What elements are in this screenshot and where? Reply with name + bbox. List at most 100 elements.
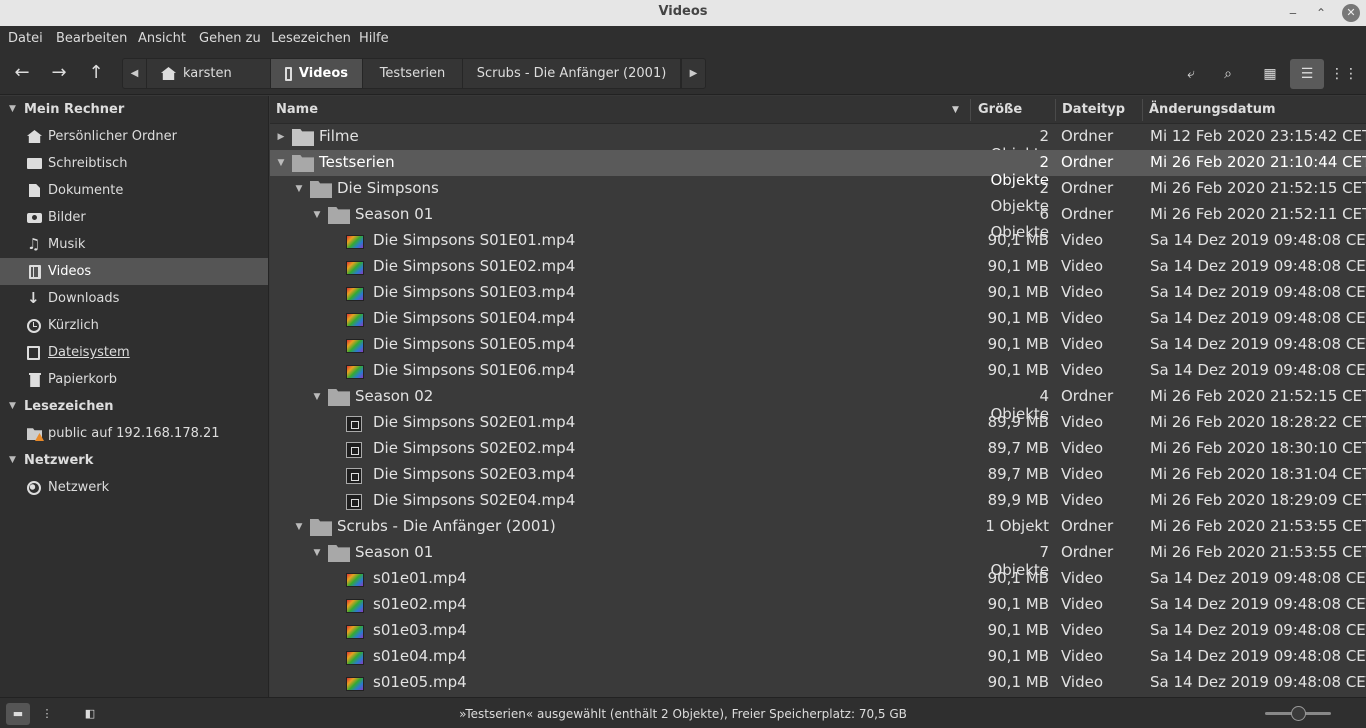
sidebar-item-musik[interactable]: ♫ Musik bbox=[0, 231, 268, 258]
menu-bearbeiten[interactable]: Bearbeiten bbox=[56, 31, 127, 46]
breadcrumb-karsten[interactable]: karsten bbox=[147, 59, 271, 88]
breadcrumb-testserien[interactable]: Testserien bbox=[363, 59, 463, 88]
search-icon[interactable]: ⌕ bbox=[1211, 59, 1245, 89]
column-separator[interactable] bbox=[1055, 99, 1056, 121]
breadcrumb-videos[interactable]: Videos bbox=[271, 59, 363, 88]
file-size: 89,7 MB bbox=[987, 439, 1049, 457]
back-arrow-icon[interactable]: ← bbox=[8, 59, 36, 87]
compact-view-icon[interactable]: ⋮⋮ bbox=[1327, 59, 1361, 89]
sidebar-section-netzwerk[interactable]: ▼ Netzwerk bbox=[0, 447, 268, 474]
sidebar-item-bilder[interactable]: Bilder bbox=[0, 204, 268, 231]
up-arrow-icon[interactable]: ↑ bbox=[82, 59, 110, 87]
folder-row[interactable]: ▼ Testserien 2 Objekte Ordner Mi 26 Feb 2020… bbox=[270, 150, 1366, 189]
sidebar-item-label: public auf 192.168.178.21 bbox=[48, 426, 220, 441]
file-name: Filme bbox=[319, 127, 359, 145]
file-row[interactable]: s01e01.mp4 90,1 MB Video Sa 14 Dez 2019 09:… bbox=[270, 566, 1366, 592]
file-size: 89,9 MB bbox=[987, 491, 1049, 509]
sidebar-item-videos[interactable]: Videos bbox=[0, 258, 268, 285]
minimize-button[interactable]: ‒ bbox=[1284, 4, 1302, 22]
file-row[interactable]: Die Simpsons S01E01.mp4 90,1 MB Video Sa 14… bbox=[270, 228, 1366, 254]
sidebar-item-dokumente[interactable]: Dokumente bbox=[0, 177, 268, 204]
video-thumbnail-icon bbox=[346, 365, 364, 379]
file-date: Mi 26 Feb 2020 21:53:55 CET bbox=[1150, 543, 1366, 561]
menu-gehen-zu[interactable]: Gehen zu bbox=[199, 31, 261, 46]
menu-ansicht[interactable]: Ansicht bbox=[138, 31, 186, 46]
menu-lesezeichen[interactable]: Lesezeichen bbox=[271, 31, 351, 46]
file-row[interactable]: s01e03.mp4 90,1 MB Video Sa 14 Dez 2019 09:… bbox=[270, 618, 1366, 644]
forward-arrow-icon[interactable]: → bbox=[45, 59, 73, 87]
zoom-slider[interactable] bbox=[1265, 706, 1331, 721]
folder-row[interactable]: ▼ Season 01 7 Objekte Ordner Mi 26 Feb 2020 … bbox=[270, 540, 1366, 579]
folder-row[interactable]: ▼ Scrubs - Die Anfänger (2001) 1 Objekt Ord… bbox=[270, 514, 1366, 540]
sidebar-item-dateisystem[interactable]: Dateisystem bbox=[0, 339, 268, 366]
expander-down-icon[interactable]: ▼ bbox=[292, 176, 306, 202]
column-date[interactable]: Änderungsdatum bbox=[1149, 102, 1276, 117]
expander-down-icon[interactable]: ▼ bbox=[274, 150, 288, 176]
expander-down-icon[interactable]: ▼ bbox=[292, 514, 306, 540]
breadcrumb: ◀ karsten Videos Testserien Scrubs - Die… bbox=[122, 58, 706, 89]
file-date: Sa 14 Dez 2019 09:48:08 CET bbox=[1150, 673, 1366, 691]
expander-down-icon[interactable]: ▼ bbox=[310, 202, 324, 228]
video-thumbnail-icon bbox=[346, 235, 364, 249]
maximize-button[interactable]: ⌃ bbox=[1312, 4, 1330, 22]
expander-down-icon[interactable]: ▼ bbox=[310, 384, 324, 410]
column-size[interactable]: Größe bbox=[978, 102, 1022, 117]
sidebar-item-public-share[interactable]: public auf 192.168.178.21 bbox=[0, 420, 268, 447]
file-name: Die Simpsons S02E03.mp4 bbox=[373, 465, 576, 483]
file-date: Sa 14 Dez 2019 09:48:08 CET bbox=[1150, 569, 1366, 587]
sort-descending-icon[interactable]: ▼ bbox=[952, 105, 959, 115]
column-separator[interactable] bbox=[970, 99, 971, 121]
file-row[interactable]: Die Simpsons S01E03.mp4 90,1 MB Video Sa 14… bbox=[270, 280, 1366, 306]
file-row[interactable]: Die Simpsons S01E02.mp4 90,1 MB Video Sa 14… bbox=[270, 254, 1366, 280]
folder-row[interactable]: ▶Filme2 ObjekteOrdnerMi 12 Feb 2020 23:1… bbox=[270, 124, 1366, 163]
breadcrumb-left-arrow-icon[interactable]: ◀ bbox=[123, 59, 147, 88]
chevron-down-icon: ▼ bbox=[9, 401, 16, 411]
file-row[interactable]: s01e02.mp4 90,1 MB Video Sa 14 Dez 2019 09:… bbox=[270, 592, 1366, 618]
folder-row[interactable]: ▼ Season 02 4 Objekte Ordner Mi 26 Feb 2020 … bbox=[270, 384, 1366, 423]
close-button[interactable]: ✕ bbox=[1342, 4, 1360, 22]
file-row[interactable]: Die Simpsons S02E04.mp4 89,9 MB Video Mi 26… bbox=[270, 488, 1366, 514]
toggle-location-icon[interactable]: ⤶ bbox=[1174, 59, 1208, 89]
expander-right-icon[interactable]: ▶ bbox=[274, 124, 288, 150]
column-separator[interactable] bbox=[1142, 99, 1143, 121]
zoom-slider-handle[interactable] bbox=[1290, 706, 1306, 721]
file-row[interactable]: s01e04.mp4 90,1 MB Video Sa 14 Dez 2019 09:… bbox=[270, 644, 1366, 670]
folder-row[interactable]: ▼ Die Simpsons 2 Objekte Ordner Mi 26 Feb 20… bbox=[270, 176, 1366, 215]
sidebar-item-downloads[interactable]: ↓ Downloads bbox=[0, 285, 268, 312]
folder-icon bbox=[310, 519, 332, 536]
list-view-icon[interactable]: ☰ bbox=[1290, 59, 1324, 89]
sidebar-item-schreibtisch[interactable]: Schreibtisch bbox=[0, 150, 268, 177]
icon-view-icon[interactable]: ▦ bbox=[1253, 59, 1287, 89]
file-type: Ordner bbox=[1061, 179, 1114, 197]
file-type: Ordner bbox=[1061, 517, 1114, 535]
file-row[interactable]: Die Simpsons S01E06.mp4 90,1 MB Video Sa 14… bbox=[270, 358, 1366, 384]
menu-datei[interactable]: Datei bbox=[8, 31, 43, 46]
sidebar-item-netzwerk[interactable]: Netzwerk bbox=[0, 474, 268, 501]
sidebar-item-persoenlicher-ordner[interactable]: Persönlicher Ordner bbox=[0, 123, 268, 150]
column-name[interactable]: Name bbox=[276, 102, 318, 117]
sidebar-section-lesezeichen[interactable]: ▼ Lesezeichen bbox=[0, 393, 268, 420]
column-type[interactable]: Dateityp bbox=[1062, 102, 1125, 117]
file-row[interactable]: Die Simpsons S02E02.mp4 89,7 MB Video Mi 26… bbox=[270, 436, 1366, 462]
file-row[interactable]: s01e05.mp4 90,1 MB Video Sa 14 Dez 2019 09:… bbox=[270, 670, 1366, 696]
menu-hilfe[interactable]: Hilfe bbox=[359, 31, 389, 46]
expander-down-icon[interactable]: ▼ bbox=[310, 540, 324, 566]
file-row[interactable]: Die Simpsons S02E01.mp4 89,9 MB Video Mi 26… bbox=[270, 410, 1366, 436]
file-date: Mi 26 Feb 2020 18:28:22 CET bbox=[1150, 413, 1366, 431]
file-type: Ordner bbox=[1061, 543, 1114, 561]
status-bar: ▬ ⋮ ◧ »Testserien« ausgewählt (enthält 2… bbox=[0, 697, 1366, 728]
file-date: Mi 26 Feb 2020 18:31:04 CET bbox=[1150, 465, 1366, 483]
breadcrumb-right-arrow-icon[interactable]: ▶ bbox=[681, 59, 705, 88]
folder-row[interactable]: ▼ Season 01 6 Objekte Ordner Mi 26 Feb 2020 … bbox=[270, 202, 1366, 241]
home-icon bbox=[27, 130, 42, 143]
file-row[interactable]: Die Simpsons S02E03.mp4 89,7 MB Video Mi 26… bbox=[270, 462, 1366, 488]
sidebar-item-papierkorb[interactable]: Papierkorb bbox=[0, 366, 268, 393]
file-type: Video bbox=[1061, 595, 1104, 613]
file-size: 90,1 MB bbox=[987, 621, 1049, 639]
sidebar-item-kuerzlich[interactable]: Kürzlich bbox=[0, 312, 268, 339]
breadcrumb-scrubs[interactable]: Scrubs - Die Anfänger (2001) bbox=[463, 59, 681, 88]
file-row[interactable]: Die Simpsons S01E05.mp4 90,1 MB Video Sa 14… bbox=[270, 332, 1366, 358]
sidebar-section-mein-rechner[interactable]: ▼ Mein Rechner bbox=[0, 96, 268, 123]
file-row[interactable]: Die Simpsons S01E04.mp4 90,1 MB Video Sa 14… bbox=[270, 306, 1366, 332]
video-thumbnail-icon bbox=[346, 573, 364, 587]
